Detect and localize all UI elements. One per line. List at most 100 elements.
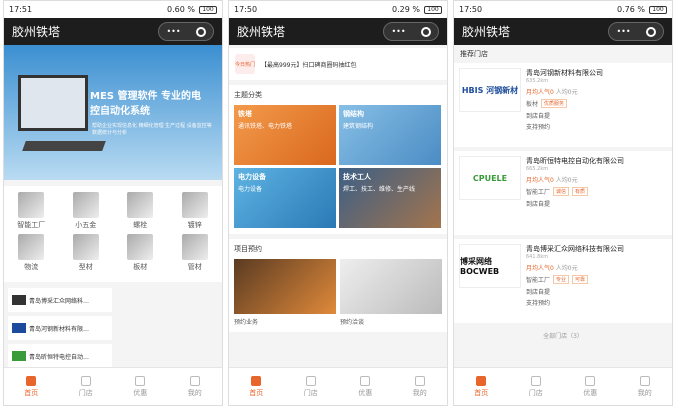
coupon-icon (135, 375, 146, 386)
status-time: 17:51 (9, 5, 33, 14)
shop-item[interactable]: 青岛昕恒特电控自动… (8, 344, 112, 368)
grid-item[interactable]: 板材 (113, 234, 168, 272)
store-distance: 641.8km (526, 254, 549, 260)
store-icon (305, 375, 316, 386)
home-icon (251, 375, 262, 386)
store-logo: CPUELE (459, 156, 521, 200)
grid-label: 小五金 (75, 221, 97, 229)
category-card[interactable]: 钢结构 建筑钢结构 (339, 105, 441, 165)
more-dots-icon[interactable]: ••• (166, 27, 180, 36)
grid-label: 镀锌 (187, 221, 202, 229)
store-card[interactable]: CPUELE 青岛昕恒特电控自动化有限公司 665.2km 月均人气0 人均0元… (454, 151, 672, 235)
user-icon (639, 375, 650, 386)
grid-label: 螺栓 (133, 221, 148, 229)
battery-icon: 100 (424, 5, 442, 14)
all-stores-link[interactable]: 全部门店（3） (454, 327, 672, 344)
category-grid: 智能工厂 小五金 螺栓 镀锌 物流 型材 板材 管材 (4, 186, 222, 282)
shop-name: 青岛博采汇众网络科… (29, 297, 90, 305)
capsule-menu[interactable]: ••• (608, 22, 664, 41)
store-icon (80, 375, 91, 386)
grid-item[interactable]: 型材 (59, 234, 114, 272)
title-bar: 胶州铁塔 ••• (4, 18, 222, 45)
tab-offers[interactable]: 优惠 (563, 368, 618, 405)
feature-pickup: 到店自提 (526, 289, 551, 296)
tab-stores[interactable]: 门店 (284, 368, 339, 405)
tab-mine[interactable]: 我的 (393, 368, 448, 405)
coupon-icon (585, 375, 596, 386)
tab-home[interactable]: 首页 (4, 368, 59, 405)
store-popularity: 月均人气0 (526, 89, 554, 96)
project-card[interactable]: 预约业务 (234, 259, 336, 326)
store-tag: 诚信 (553, 187, 570, 196)
feature-booking: 支持预约 (526, 124, 551, 131)
tab-offers[interactable]: 优惠 (338, 368, 393, 405)
shop-item[interactable]: 青岛河钢新材料有限… (8, 316, 112, 340)
shop-item[interactable]: 青岛博采汇众网络科… (8, 288, 112, 312)
section-title: 项目预约 (234, 245, 262, 253)
grid-item[interactable]: 小五金 (59, 192, 114, 230)
home-icon (476, 375, 487, 386)
tab-label: 首页 (474, 388, 489, 397)
more-dots-icon[interactable]: ••• (391, 27, 405, 36)
store-card[interactable]: HBIS 河钢新材 青岛河钢新材料有限公司 635.2km 月均人气0 人均0元… (454, 63, 672, 147)
grid-item[interactable]: 镀锌 (168, 192, 223, 230)
close-ring-icon[interactable] (420, 26, 431, 37)
app-title: 胶州铁塔 (237, 25, 286, 39)
category-cards: 铁塔 通讯铁塔、电力铁塔 钢结构建筑钢结构 电力设备 电力设备 技术工人 焊工、技工、… (234, 105, 442, 228)
grid-item[interactable]: 物流 (4, 234, 59, 272)
user-icon (414, 375, 425, 386)
store-category: 板材 (526, 101, 539, 108)
category-title: 铁塔 (238, 110, 252, 118)
capsule-menu[interactable]: ••• (158, 22, 214, 41)
grid-item[interactable]: 螺栓 (113, 192, 168, 230)
tab-offers[interactable]: 优惠 (113, 368, 168, 405)
promo-text: 【最高999元】扫口碑商圈码抽红包 (261, 61, 357, 69)
store-logo: HBIS 河钢新材 (459, 68, 521, 112)
store-distance: 635.2km (526, 78, 549, 84)
tab-home[interactable]: 首页 (229, 368, 284, 405)
close-ring-icon[interactable] (195, 26, 206, 37)
tab-label: 门店 (303, 388, 318, 397)
capsule-menu[interactable]: ••• (383, 22, 439, 41)
promo-banner[interactable]: 今日热门 【最高999元】扫口碑商圈码抽红包 (229, 48, 447, 80)
close-ring-icon[interactable] (645, 26, 656, 37)
hot-badge: 今日热门 (235, 54, 255, 74)
project-image (234, 259, 336, 314)
banner[interactable]: MES 管理软件 专业的电控自动化系统 帮助企业实现信息化 精细化管理 生产过程… (4, 45, 222, 180)
tab-label: 我的 (412, 388, 427, 397)
store-name: 青岛博采汇众网络科技有限公司 (526, 245, 624, 253)
category-card[interactable]: 电力设备 电力设备 (234, 168, 336, 228)
title-bar: 胶州铁塔 ••• (229, 18, 447, 45)
grid-item[interactable]: 管材 (168, 234, 223, 272)
feature-pickup: 到店自提 (526, 113, 551, 120)
category-desc: 建筑钢结构 (343, 123, 374, 130)
project-cards: 预约业务 预约洽谈 (234, 259, 442, 326)
tab-label: 我的 (637, 388, 652, 397)
tab-home[interactable]: 首页 (454, 368, 509, 405)
grid-item[interactable]: 智能工厂 (4, 192, 59, 230)
battery-icon: 100 (199, 5, 217, 14)
banner-subtitle: 帮助企业实现信息化 精细化管理 生产过程 设备监控等 数据统计与分析 (92, 123, 212, 136)
tab-bar: 首页 门店 优惠 我的 (229, 367, 447, 405)
section-title: 主题分类 (234, 91, 262, 99)
more-dots-icon[interactable]: ••• (616, 27, 630, 36)
tab-mine[interactable]: 我的 (618, 368, 673, 405)
category-title: 钢结构 (343, 110, 364, 118)
category-card[interactable]: 铁塔 通讯铁塔、电力铁塔 (234, 105, 336, 165)
banner-title: MES 管理软件 专业的电控自动化系统 (90, 91, 201, 117)
tab-stores[interactable]: 门店 (509, 368, 564, 405)
item-thumb (127, 192, 154, 218)
store-popularity: 月均人气0 (526, 265, 554, 272)
status-bar: 17:50 0.29 % 100 (229, 1, 447, 18)
tab-label: 首页 (249, 388, 264, 397)
shop-name: 青岛昕恒特电控自动… (29, 353, 90, 361)
tab-stores[interactable]: 门店 (59, 368, 114, 405)
store-card[interactable]: 博采网络 BOCWEB 青岛博采汇众网络科技有限公司 641.8km 月均人气0… (454, 239, 672, 323)
tab-label: 首页 (24, 388, 39, 397)
status-time: 17:50 (234, 5, 258, 14)
tab-mine[interactable]: 我的 (168, 368, 223, 405)
phone-screen-categories: 17:50 0.29 % 100 胶州铁塔 ••• 今日热门 【最高999元】扫口… (228, 0, 448, 406)
project-card[interactable]: 预约洽谈 (340, 259, 442, 326)
store-price: 人均0元 (555, 265, 578, 272)
category-card[interactable]: 技术工人 焊工、技工、维修、生产线 (339, 168, 441, 228)
